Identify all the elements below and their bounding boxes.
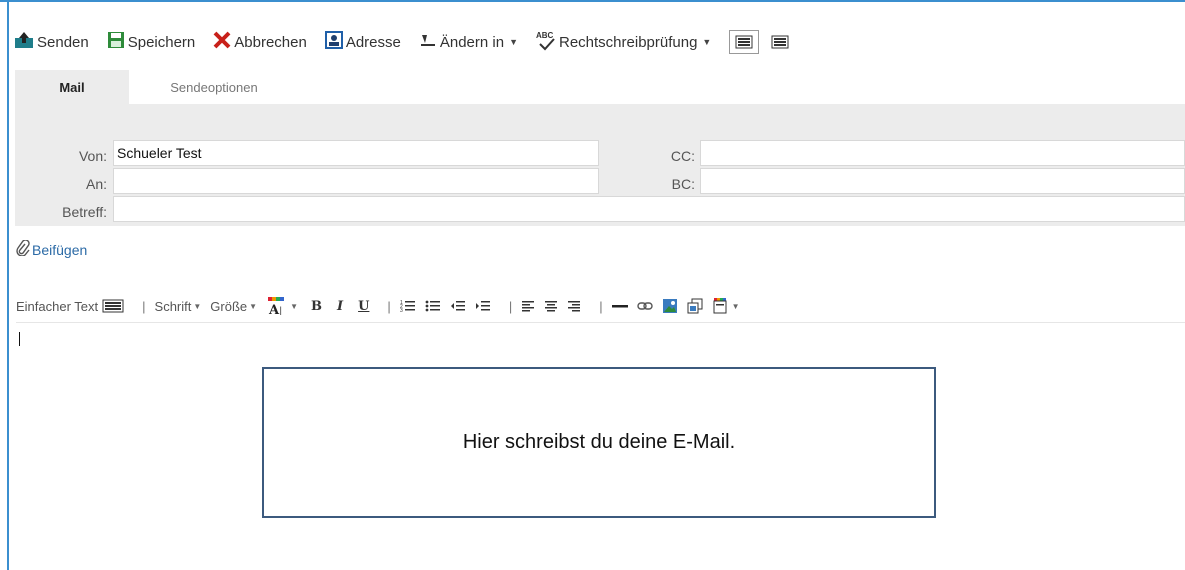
attach-link[interactable]: Beifügen	[16, 239, 88, 259]
text-format-icon	[735, 35, 753, 49]
align-left-icon	[522, 301, 535, 312]
from-field[interactable]: Schueler Test	[113, 140, 599, 166]
change-to-dropdown[interactable]: Ändern in ▼	[419, 33, 518, 51]
spellcheck-label: Rechtschreibprüfung	[559, 33, 698, 51]
subject-label: Betreff:	[62, 204, 107, 220]
align-center-icon	[545, 301, 558, 312]
align-left-button[interactable]	[521, 299, 535, 313]
view-plain-button[interactable]	[765, 30, 796, 54]
plain-text-label: Einfacher Text	[16, 298, 99, 314]
bullet-list-icon	[425, 300, 440, 312]
font-color-icon: A |	[268, 297, 285, 315]
address-header-panel: Von: Schueler Test An: Betreff: CC: BC:	[15, 104, 1185, 226]
cc-field[interactable]	[700, 140, 1185, 166]
insert-image-button[interactable]	[662, 298, 678, 314]
indent-icon	[475, 301, 490, 311]
bc-label: BC:	[671, 176, 695, 192]
horizontal-rule-button[interactable]	[611, 299, 628, 313]
size-dropdown[interactable]: Größe ▼	[210, 299, 257, 314]
image-icon	[662, 299, 677, 313]
insert-link-button[interactable]	[636, 299, 653, 313]
toolbar-divider: |	[599, 298, 603, 314]
background-color-dropdown[interactable]: ▼	[712, 298, 740, 314]
format-toolbar: Einfacher Text | Schrift ▼ Größe ▼ A | ▼ B …	[16, 290, 1185, 323]
font-color-dropdown[interactable]: A | ▼	[266, 297, 298, 315]
chevron-down-icon: ▼	[290, 301, 298, 311]
font-label: Schrift	[154, 298, 192, 314]
instruction-callout: Hier schreibst du deine E-Mail.	[262, 367, 936, 518]
svg-text:3: 3	[400, 308, 403, 313]
text-format-icon	[102, 299, 124, 313]
toolbar-divider: |	[142, 298, 146, 314]
svg-text:|: |	[279, 306, 282, 315]
spellcheck-dropdown[interactable]: ABC Rechtschreibprüfung ▼	[536, 31, 712, 51]
paperclip-icon	[16, 239, 30, 259]
plain-text-icon	[771, 35, 789, 49]
save-button[interactable]: Speichern	[107, 31, 196, 53]
bc-field[interactable]	[700, 168, 1185, 194]
outdent-icon	[450, 301, 465, 311]
window-left-border	[7, 0, 9, 570]
copy-window-icon	[687, 298, 703, 314]
chevron-down-icon: ▼	[702, 37, 712, 47]
subject-field[interactable]	[113, 196, 1185, 222]
toolbar-divider: |	[508, 298, 513, 314]
address-book-icon	[324, 31, 343, 53]
send-button[interactable]: Senden	[14, 31, 89, 53]
attach-label: Beifügen	[32, 241, 88, 258]
numbered-list-icon: 123	[400, 300, 415, 313]
background-color-icon	[713, 298, 727, 314]
toolbar-divider: |	[387, 298, 391, 314]
address-label: Adresse	[345, 33, 401, 51]
close-icon	[213, 31, 231, 53]
link-icon	[636, 302, 653, 310]
save-label: Speichern	[127, 33, 196, 51]
to-field[interactable]	[113, 168, 599, 194]
font-dropdown[interactable]: Schrift ▼	[155, 299, 202, 314]
send-icon	[14, 31, 34, 53]
increase-indent-button[interactable]	[475, 299, 491, 313]
tab-send-options[interactable]: Sendeoptionen	[129, 70, 299, 104]
insert-table-button[interactable]	[687, 298, 703, 314]
horizontal-line-icon	[611, 305, 628, 308]
cc-label: CC:	[670, 148, 695, 164]
cancel-button[interactable]: Abbrechen	[213, 31, 307, 53]
window-top-border	[0, 0, 1185, 2]
decrease-indent-button[interactable]	[450, 299, 466, 313]
bold-button[interactable]: B	[311, 299, 322, 314]
chevron-down-icon: ▼	[509, 37, 518, 47]
underline-button[interactable]: U	[358, 299, 369, 314]
tab-mail[interactable]: Mail	[15, 70, 129, 104]
align-right-icon	[568, 301, 581, 312]
numbered-list-button[interactable]: 123	[400, 299, 416, 313]
bullet-list-button[interactable]	[425, 299, 441, 313]
to-label: An:	[85, 176, 107, 192]
chevron-down-icon: ▼	[731, 301, 740, 311]
italic-button[interactable]: I	[337, 299, 343, 314]
cancel-label: Abbrechen	[234, 33, 307, 51]
compose-toolbar: Senden Speichern Abbrechen Adresse Änder…	[14, 22, 1174, 62]
align-center-button[interactable]	[544, 299, 558, 313]
compose-tabs: Mail Sendeoptionen	[15, 70, 1185, 104]
size-label: Größe	[210, 298, 248, 314]
chevron-down-icon: ▼	[249, 301, 258, 311]
spellcheck-icon: ABC	[536, 31, 556, 51]
plain-text-toggle[interactable]: Einfacher Text	[16, 299, 124, 314]
change-to-label: Ändern in	[439, 33, 505, 51]
chevron-down-icon: ▼	[193, 301, 202, 311]
save-icon	[107, 31, 125, 53]
from-label: Von:	[78, 148, 107, 164]
address-button[interactable]: Adresse	[324, 31, 401, 53]
text-cursor	[19, 332, 20, 346]
view-html-button[interactable]	[729, 30, 760, 54]
align-right-button[interactable]	[567, 299, 581, 313]
change-format-icon	[419, 33, 437, 51]
send-label: Senden	[37, 33, 89, 51]
